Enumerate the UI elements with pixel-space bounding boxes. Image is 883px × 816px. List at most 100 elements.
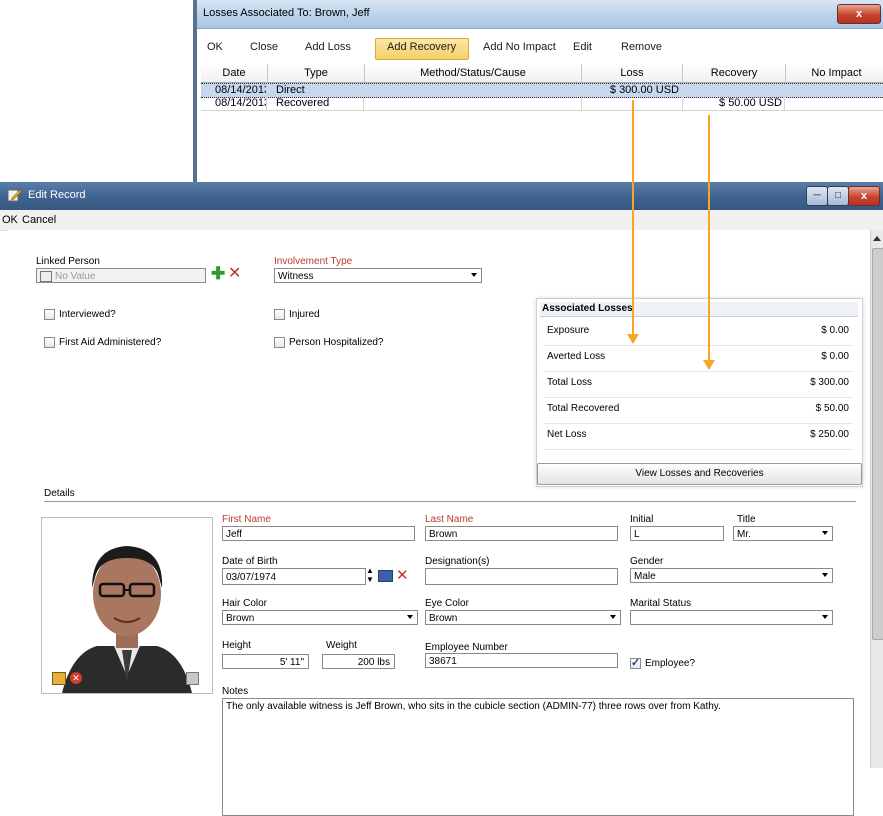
linked-person-label: Linked Person — [36, 256, 100, 267]
person-photo: ✕ — [41, 517, 213, 694]
add-loss-button[interactable]: Add Loss — [305, 41, 351, 53]
eye-color-value: Brown — [429, 613, 458, 624]
notes-label: Notes — [222, 686, 249, 697]
hair-color-value: Brown — [226, 613, 255, 624]
cell-loss: $ 300.00 USD — [582, 84, 682, 97]
eye-color-select[interactable]: Brown — [425, 610, 621, 625]
first-name-field[interactable]: Jeff — [222, 526, 415, 541]
folder-icon[interactable] — [52, 672, 66, 685]
weight-field[interactable]: 200 lbs — [322, 654, 395, 669]
scroll-thumb[interactable] — [872, 248, 883, 640]
title-select[interactable]: Mr. — [733, 526, 833, 541]
initial-field[interactable]: L — [630, 526, 724, 541]
hair-color-select[interactable]: Brown — [222, 610, 418, 625]
annotation-arrow-recovery — [708, 115, 710, 362]
summary-value: $ 0.00 — [821, 351, 849, 362]
photo-options-icon[interactable] — [186, 672, 199, 685]
first-aid-label: First Aid Administered? — [59, 337, 162, 348]
edit-menu-bar: OK Cancel — [0, 210, 883, 231]
menu-ok[interactable]: OK — [2, 214, 18, 226]
dob-field[interactable]: 03/07/1974 — [222, 568, 366, 585]
employee-checkbox[interactable] — [630, 656, 641, 669]
last-name-label: Last Name — [425, 514, 474, 525]
add-no-impact-button[interactable]: Add No Impact — [483, 41, 556, 53]
cell-date: 08/14/2013 — [201, 97, 267, 110]
cell-date: 08/14/2013 — [201, 84, 267, 97]
summary-value: $ 300.00 — [810, 377, 849, 388]
minimize-icon[interactable]: ─ — [806, 186, 828, 206]
column-header[interactable]: No Impact — [786, 64, 883, 83]
first-aid-checkbox[interactable] — [44, 337, 55, 348]
remove-button[interactable]: Remove — [621, 41, 662, 53]
clear-date-icon[interactable]: ✕ — [396, 566, 409, 584]
last-name-field[interactable]: Brown — [425, 526, 618, 541]
chevron-down-icon — [822, 573, 828, 577]
panel-header: Associated Losses — [540, 302, 858, 317]
notes-textarea[interactable]: The only available witness is Jeff Brown… — [222, 698, 854, 816]
summary-label: Total Loss — [547, 377, 593, 388]
column-header[interactable]: Loss — [582, 64, 683, 83]
edit-record-window: Edit Record ─ □ x OK Cancel Linked Perso… — [0, 182, 883, 816]
summary-value: $ 250.00 — [810, 429, 849, 440]
employee-number-field[interactable]: 38671 — [425, 653, 618, 668]
involvement-type-select[interactable]: Witness — [274, 268, 482, 283]
hair-color-label: Hair Color — [222, 598, 268, 609]
column-header[interactable]: Date — [201, 64, 268, 83]
vertical-scrollbar[interactable] — [870, 230, 883, 768]
table-row[interactable]: 08/14/2013 Direct $ 300.00 USD — [201, 83, 883, 98]
injured-checkbox[interactable] — [274, 309, 285, 320]
edit-button[interactable]: Edit — [573, 41, 592, 53]
gender-label: Gender — [630, 556, 664, 567]
arrow-head-icon — [703, 360, 715, 370]
summary-value: $ 50.00 — [815, 403, 849, 414]
weight-label: Weight — [326, 640, 357, 651]
details-label: Details — [44, 488, 75, 499]
linked-person-field[interactable]: No Value — [36, 268, 206, 283]
scroll-up-icon[interactable] — [873, 236, 881, 241]
employee-label: Employee? — [645, 658, 696, 669]
pencil-icon — [8, 189, 22, 202]
menu-cancel[interactable]: Cancel — [22, 214, 56, 226]
maximize-icon[interactable]: □ — [827, 186, 849, 206]
losses-ok-button[interactable]: OK — [207, 41, 223, 53]
add-icon[interactable]: ✚ — [211, 264, 225, 284]
cell-no-impact — [786, 97, 883, 110]
marital-status-select[interactable] — [630, 610, 833, 625]
injured-label: Injured — [289, 309, 320, 320]
hospitalized-checkbox[interactable] — [274, 337, 285, 348]
column-header[interactable]: Type — [268, 64, 365, 83]
cell-method — [365, 84, 582, 97]
edit-close-icon[interactable]: x — [848, 186, 880, 206]
interviewed-checkbox[interactable] — [44, 309, 55, 320]
cell-type: Recovered — [268, 97, 364, 110]
column-header[interactable]: Method/Status/Cause — [365, 64, 582, 83]
edit-window-title: Edit Record — [28, 189, 86, 201]
designations-field[interactable] — [425, 568, 618, 585]
details-divider — [44, 501, 856, 502]
delete-photo-icon[interactable]: ✕ — [70, 672, 82, 684]
losses-close-icon[interactable]: x — [837, 4, 881, 24]
calendar-icon[interactable] — [378, 570, 393, 582]
chevron-down-icon — [471, 273, 477, 277]
gender-value: Male — [634, 571, 656, 582]
marital-status-label: Marital Status — [630, 598, 692, 609]
associated-losses-panel: Associated Losses Exposure $ 0.00 Averte… — [536, 298, 863, 487]
gender-select[interactable]: Male — [630, 568, 833, 583]
hospitalized-label: Person Hospitalized? — [289, 337, 384, 348]
dob-label: Date of Birth — [222, 556, 278, 567]
losses-close-button[interactable]: Close — [250, 41, 278, 53]
loss-summary-row: Net Loss $ 250.00 — [543, 423, 853, 450]
clear-icon[interactable]: ✕ — [228, 263, 241, 283]
cell-no-impact — [786, 84, 883, 97]
height-field[interactable]: 5' 11" — [222, 654, 309, 669]
column-header[interactable]: Recovery — [683, 64, 786, 83]
loss-summary-row: Total Loss $ 300.00 — [543, 371, 853, 398]
view-losses-button[interactable]: View Losses and Recoveries — [537, 463, 862, 485]
edit-body: Linked Person No Value ✚ ✕ Involvement T… — [8, 230, 870, 816]
table-row[interactable]: 08/14/2013 Recovered $ 50.00 USD — [201, 97, 883, 111]
summary-label: Averted Loss — [547, 351, 606, 362]
dob-spinner-icon[interactable]: ▲ ▼ — [366, 566, 374, 584]
annotation-arrow-loss — [632, 100, 634, 336]
title-value: Mr. — [737, 529, 751, 540]
add-recovery-button[interactable]: Add Recovery — [387, 41, 456, 53]
